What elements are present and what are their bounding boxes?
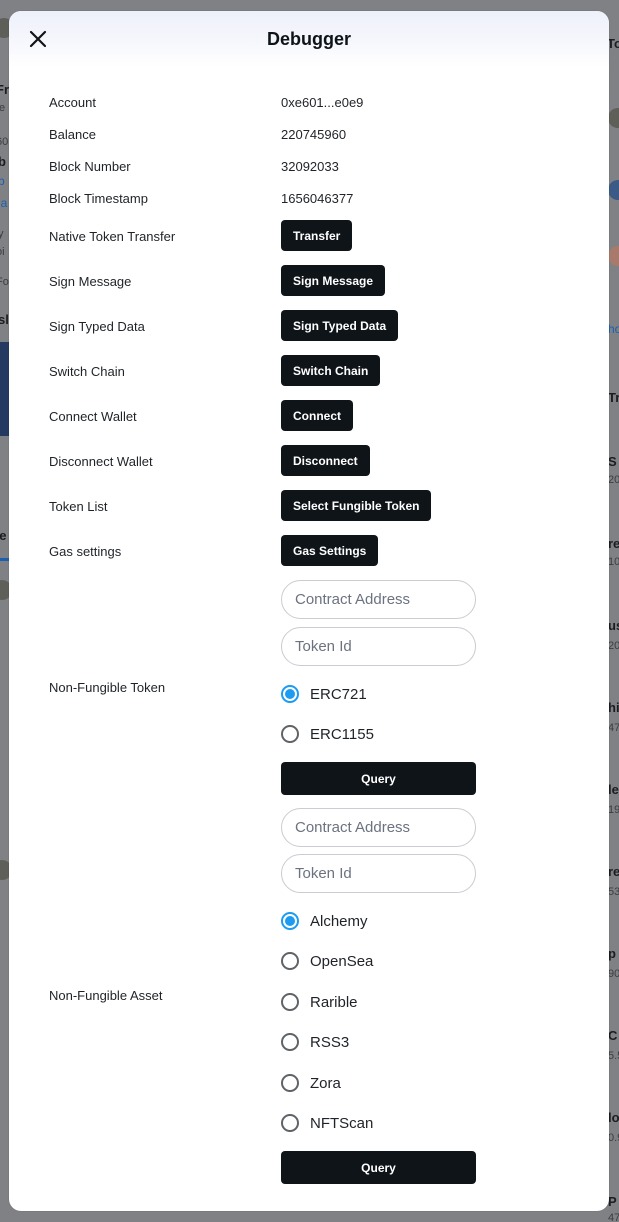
close-button[interactable] xyxy=(27,28,49,50)
radio-alchemy[interactable]: Alchemy xyxy=(281,911,368,931)
radio-nftscan[interactable]: NFTScan xyxy=(281,1113,373,1133)
disconnect-wallet-label: Disconnect Wallet xyxy=(49,454,153,469)
radio-unchecked-icon xyxy=(281,993,299,1011)
block-number-value: 32092033 xyxy=(281,159,339,174)
radio-unchecked-icon xyxy=(281,725,299,743)
bg-tab-underline xyxy=(0,558,9,561)
bg-fragment: S xyxy=(608,454,617,469)
radio-label: RSS3 xyxy=(310,1033,350,1051)
sign-message-button[interactable]: Sign Message xyxy=(281,265,386,296)
bg-fragment: la xyxy=(0,196,8,210)
sign-typed-data-button[interactable]: Sign Typed Data xyxy=(281,310,399,341)
bg-fragment: b xyxy=(0,174,5,188)
bg-fragment: 60 xyxy=(0,136,9,148)
bg-fragment: 20 xyxy=(608,474,619,486)
sign-message-label: Sign Message xyxy=(49,274,132,289)
bg-fragment: 5.5 xyxy=(608,1050,619,1062)
bg-image xyxy=(0,342,9,436)
transfer-button[interactable]: Transfer xyxy=(281,220,353,251)
radio-unchecked-icon xyxy=(281,1114,299,1132)
block-number-label: Block Number xyxy=(49,159,131,174)
radio-label: Rarible xyxy=(310,993,358,1011)
bg-fragment: Fo xyxy=(0,276,9,288)
bg-fragment: le xyxy=(608,782,619,797)
radio-checked-icon xyxy=(281,685,299,703)
balance-label: Balance xyxy=(49,127,96,142)
radio-zora[interactable]: Zora xyxy=(281,1073,341,1093)
bg-avatar xyxy=(608,180,619,200)
nft-contract-address-input[interactable] xyxy=(281,580,476,619)
nft-query-button[interactable]: Query xyxy=(281,762,476,795)
native-token-transfer-label: Native Token Transfer xyxy=(49,229,176,244)
bg-fragment: y xyxy=(0,228,4,240)
bg-fragment: oi xyxy=(0,246,5,258)
bg-fragment: Tr xyxy=(608,390,619,405)
radio-erc1155[interactable]: ERC1155 xyxy=(281,724,374,744)
bg-fragment: us xyxy=(608,618,619,633)
block-timestamp-label: Block Timestamp xyxy=(49,191,148,206)
close-icon xyxy=(29,30,47,48)
account-value: 0xe601...e0e9 xyxy=(281,95,364,110)
bg-fragment: ve xyxy=(0,528,7,543)
bg-fragment: 90 xyxy=(608,968,619,980)
account-label: Account xyxy=(49,95,96,110)
radio-checked-icon xyxy=(281,912,299,930)
debugger-dialog: Debugger Account 0xe601...e0e9 Balance 2… xyxy=(9,11,609,1211)
bg-fragment: b xyxy=(0,154,6,169)
dialog-header: Debugger xyxy=(9,11,609,67)
connect-wallet-label: Connect Wallet xyxy=(49,409,137,424)
block-timestamp-value: 1656046377 xyxy=(281,191,354,206)
radio-label: ERC721 xyxy=(310,685,367,703)
bg-fragment: hi xyxy=(608,700,619,715)
dialog-title: Debugger xyxy=(266,28,351,49)
bg-fragment: fe xyxy=(0,102,6,114)
radio-opensea[interactable]: OpenSea xyxy=(281,951,373,971)
non-fungible-token-label: Non-Fungible Token xyxy=(49,680,166,695)
bg-avatar xyxy=(608,246,619,266)
bg-fragment: 0.9 xyxy=(608,1132,619,1144)
radio-unchecked-icon xyxy=(281,952,299,970)
radio-label: Alchemy xyxy=(310,912,368,930)
radio-unchecked-icon xyxy=(281,1033,299,1051)
balance-value: 220745960 xyxy=(281,127,347,142)
nft-token-id-input[interactable] xyxy=(281,627,476,666)
switch-chain-label: Switch Chain xyxy=(49,364,125,379)
radio-label: Zora xyxy=(310,1074,341,1092)
bg-fragment: Fr xyxy=(0,82,9,97)
asset-token-id-input[interactable] xyxy=(281,854,476,893)
bg-fragment: ho xyxy=(608,322,619,336)
bg-fragment: 19 xyxy=(608,804,619,816)
sign-typed-data-label: Sign Typed Data xyxy=(49,319,145,334)
connect-button[interactable]: Connect xyxy=(281,400,353,431)
bg-fragment: re xyxy=(608,864,619,879)
token-list-label: Token List xyxy=(49,499,108,514)
switch-chain-button[interactable]: Switch Chain xyxy=(281,355,381,386)
radio-rarible[interactable]: Rarible xyxy=(281,992,358,1012)
bg-fragment: p xyxy=(608,946,616,961)
bg-avatar xyxy=(608,108,619,128)
bg-fragment: 47 xyxy=(608,1212,619,1222)
radio-erc721[interactable]: ERC721 xyxy=(281,684,367,704)
radio-label: OpenSea xyxy=(310,952,374,970)
non-fungible-asset-label: Non-Fungible Asset xyxy=(49,988,163,1003)
bg-fragment: lo xyxy=(608,1110,619,1125)
radio-label: NFTScan xyxy=(310,1114,374,1132)
disconnect-button[interactable]: Disconnect xyxy=(281,445,370,476)
bg-fragment: P xyxy=(608,1194,617,1209)
bg-fragment: 10 xyxy=(608,556,619,568)
radio-unchecked-icon xyxy=(281,1074,299,1092)
asset-query-button[interactable]: Query xyxy=(281,1151,476,1184)
select-fungible-token-button[interactable]: Select Fungible Token xyxy=(281,490,432,521)
asset-contract-address-input[interactable] xyxy=(281,808,476,847)
bg-fragment: 53 xyxy=(608,886,619,898)
radio-rss3[interactable]: RSS3 xyxy=(281,1032,349,1052)
gas-settings-label: Gas settings xyxy=(49,544,122,559)
bg-fragment: 20 xyxy=(608,640,619,652)
bg-fragment: sl xyxy=(0,312,9,327)
bg-fragment: C xyxy=(608,1028,618,1043)
gas-settings-button[interactable]: Gas Settings xyxy=(281,535,379,566)
bg-fragment: re xyxy=(608,536,619,551)
radio-label: ERC1155 xyxy=(310,725,374,743)
bg-fragment: 47 xyxy=(608,722,619,734)
